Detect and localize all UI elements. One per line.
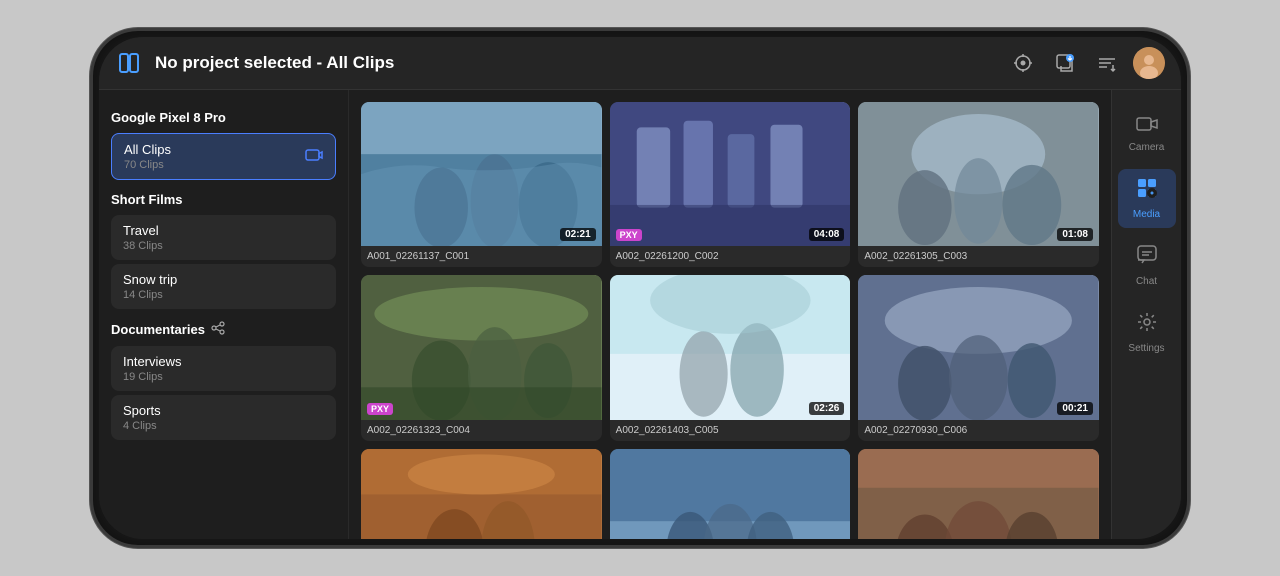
clip-name-c003: A002_02261305_C003 (858, 246, 1099, 267)
chat-icon (1136, 244, 1158, 272)
main-content: Google Pixel 8 Pro All Clips 70 Clips (99, 90, 1181, 539)
clip-card-c002[interactable]: PXY 04:08 A002_02261200_C002 (610, 102, 851, 267)
interviews-count: 19 Clips (123, 371, 182, 383)
clip-card-c004[interactable]: PXY A002_02261323_C004 (361, 275, 602, 440)
nav-item-media[interactable]: Media (1118, 169, 1176, 228)
media-nav-label: Media (1133, 209, 1160, 220)
page-title: No project selected - All Clips (155, 53, 995, 73)
all-clips-label: All Clips (124, 142, 171, 157)
clip-card-c003[interactable]: 01:08 A002_02261305_C003 (858, 102, 1099, 267)
sidebar-item-travel[interactable]: Travel 38 Clips (111, 215, 336, 260)
right-nav: Camera (1111, 90, 1181, 539)
camera-icon (1136, 114, 1158, 138)
snow-trip-label: Snow trip (123, 272, 177, 287)
camera-nav-label: Camera (1129, 142, 1165, 153)
clip-proxy-badge-c002: PXY (616, 229, 642, 241)
settings-nav-label: Settings (1128, 343, 1164, 354)
sports-count: 4 Clips (123, 420, 161, 432)
clip-card-c007[interactable]: PXY 01:07 A002_02271500_C007 (361, 449, 602, 539)
clip-proxy-badge-c004: PXY (367, 403, 393, 415)
camera-roll-icon (305, 148, 323, 165)
travel-count: 38 Clips (123, 240, 163, 252)
media-icon (1136, 177, 1158, 205)
clip-card-c008[interactable]: 00:19 A002_02280720_C008 (610, 449, 851, 539)
sports-label: Sports (123, 403, 161, 418)
clip-duration-c002: 04:08 (809, 228, 845, 241)
documentaries-label: Documentaries (111, 322, 205, 337)
media-grid: 02:21 A001_02261137_C001 (361, 102, 1099, 539)
chat-nav-label: Chat (1136, 276, 1157, 287)
clip-name-c005: A002_02261403_C005 (610, 420, 851, 441)
avatar[interactable] (1133, 47, 1165, 79)
nav-item-camera[interactable]: Camera (1118, 106, 1176, 161)
clip-card-c005[interactable]: 02:26 A002_02261403_C005 (610, 275, 851, 440)
sidebar-item-all-clips[interactable]: All Clips 70 Clips (111, 133, 336, 180)
import-icon[interactable] (1049, 47, 1081, 79)
clip-duration-c003: 01:08 (1057, 228, 1093, 241)
settings-icon (1136, 311, 1158, 339)
snow-trip-count: 14 Clips (123, 289, 177, 301)
sidebar-item-interviews[interactable]: Interviews 19 Clips (111, 346, 336, 391)
clip-name-c006: A002_02270930_C006 (858, 420, 1099, 441)
clip-duration-c001: 02:21 (560, 228, 596, 241)
clip-name-c001: A001_02261137_C001 (361, 246, 602, 267)
clip-card-c009[interactable]: 01:02 A003_01310725_C002 (858, 449, 1099, 539)
clip-name-c002: A002_02261200_C002 (610, 246, 851, 267)
sidebar-item-snow-trip[interactable]: Snow trip 14 Clips (111, 264, 336, 309)
documentaries-section: Documentaries (111, 321, 336, 338)
nav-item-chat[interactable]: Chat (1118, 236, 1176, 295)
all-clips-count: 70 Clips (124, 159, 171, 171)
short-films-section: Short Films (111, 192, 336, 207)
topbar-actions (1007, 47, 1165, 79)
layout-toggle-icon[interactable] (115, 49, 143, 77)
device-section-title: Google Pixel 8 Pro (111, 110, 336, 125)
short-films-label: Short Films (111, 192, 183, 207)
interviews-label: Interviews (123, 354, 182, 369)
sidebar-item-sports[interactable]: Sports 4 Clips (111, 395, 336, 440)
share-icon[interactable] (211, 321, 225, 338)
sidebar: Google Pixel 8 Pro All Clips 70 Clips (99, 90, 349, 539)
sort-icon[interactable] (1091, 47, 1123, 79)
clip-duration-c006: 00:21 (1057, 402, 1093, 415)
topbar: No project selected - All Clips (99, 37, 1181, 90)
clip-card-c001[interactable]: 02:21 A001_02261137_C001 (361, 102, 602, 267)
clip-card-c006[interactable]: 00:21 A002_02270930_C006 (858, 275, 1099, 440)
clip-name-c004: A002_02261323_C004 (361, 420, 602, 441)
nav-item-settings[interactable]: Settings (1118, 303, 1176, 362)
travel-label: Travel (123, 223, 163, 238)
media-grid-container: 02:21 A001_02261137_C001 (349, 90, 1111, 539)
ai-icon[interactable] (1007, 47, 1039, 79)
clip-duration-c005: 02:26 (809, 402, 845, 415)
